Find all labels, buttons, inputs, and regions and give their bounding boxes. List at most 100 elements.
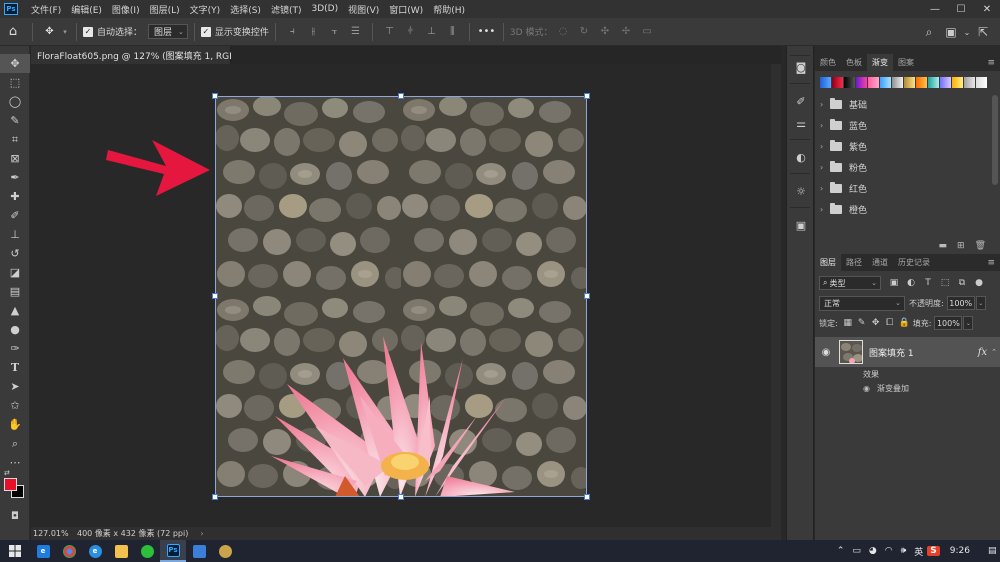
- tab-patterns[interactable]: 图案: [893, 54, 919, 71]
- tab-paths[interactable]: 路径: [841, 254, 867, 271]
- ime-indicator[interactable]: 英: [910, 545, 927, 558]
- chevron-right-icon[interactable]: ›: [820, 205, 830, 214]
- align-bottom-icon[interactable]: ⊥: [421, 23, 442, 41]
- filter-toggle-icon[interactable]: ●: [972, 276, 986, 290]
- gradient-swatch[interactable]: [832, 77, 843, 88]
- align-hcenter-icon[interactable]: ⫲: [303, 23, 324, 41]
- new-group-icon[interactable]: ▬: [939, 241, 948, 251]
- history-panel-icon[interactable]: ◐: [787, 146, 815, 168]
- menu-view[interactable]: 视图(V): [343, 3, 384, 16]
- gradient-folder-reds[interactable]: › 红色: [815, 178, 1000, 199]
- 3d-orbit-icon[interactable]: ◌: [552, 23, 573, 41]
- shape-tool-icon[interactable]: ✩: [0, 396, 30, 415]
- learn-bulb-icon[interactable]: ☼: [787, 180, 815, 202]
- eyedropper-tool-icon[interactable]: ✒: [0, 168, 30, 187]
- gradient-folder-pinks[interactable]: › 粉色: [815, 157, 1000, 178]
- gradient-swatch[interactable]: [928, 77, 939, 88]
- taskbar-app-icon[interactable]: [186, 540, 212, 562]
- notification-icon[interactable]: ▤: [984, 546, 1000, 556]
- marquee-tool-icon[interactable]: ⬚: [0, 73, 30, 92]
- chevron-right-icon[interactable]: ›: [820, 121, 830, 130]
- document-tab[interactable]: FloraFloat605.png @ 127% (图案填充 1, RGB/8)…: [31, 46, 271, 64]
- status-menu-chevron-icon[interactable]: ›: [200, 529, 203, 538]
- align-vcenter-icon[interactable]: ⫩: [400, 23, 421, 41]
- wifi-icon[interactable]: ◠: [881, 546, 897, 556]
- tab-swatches[interactable]: 色板: [841, 54, 867, 71]
- gradient-folder-purples[interactable]: › 紫色: [815, 136, 1000, 157]
- layer-name[interactable]: 图案填充 1: [869, 346, 914, 359]
- document-canvas[interactable]: [215, 96, 587, 497]
- delete-icon[interactable]: 🗑: [975, 241, 986, 251]
- transform-handle-top-left[interactable]: [212, 93, 218, 99]
- menu-3d[interactable]: 3D(D): [306, 4, 343, 14]
- gradient-swatch[interactable]: [856, 77, 867, 88]
- gradient-swatch[interactable]: [904, 77, 915, 88]
- align-left-icon[interactable]: ⫞: [282, 23, 303, 41]
- 3d-pan-icon[interactable]: ✣: [594, 23, 615, 41]
- home-icon[interactable]: ⌂: [0, 18, 26, 46]
- show-transform-checkbox[interactable]: ✓: [200, 26, 211, 37]
- lock-image-icon[interactable]: ✎: [857, 318, 867, 328]
- opacity-input[interactable]: 100%: [946, 296, 975, 310]
- lasso-tool-icon[interactable]: ◯: [0, 92, 30, 111]
- clone-stamp-tool-icon[interactable]: ⊥: [0, 225, 30, 244]
- transform-handle-bottom[interactable]: [398, 494, 404, 500]
- brush-panel-icon[interactable]: ✐: [787, 90, 815, 112]
- pen-tool-icon[interactable]: ✑: [0, 339, 30, 358]
- gradient-swatch[interactable]: [868, 77, 879, 88]
- layer-row-pattern-fill[interactable]: ◉ 图案填充 1 fx ⌃: [815, 337, 1000, 367]
- dodge-tool-icon[interactable]: ●: [0, 320, 30, 339]
- panel-menu-icon[interactable]: ≡: [987, 54, 1000, 71]
- maximize-button[interactable]: ☐: [948, 0, 974, 18]
- transform-handle-bottom-right[interactable]: [584, 494, 590, 500]
- chevron-right-icon[interactable]: ›: [820, 100, 830, 109]
- adjustment-layer-filter-icon[interactable]: ◐: [904, 276, 918, 290]
- gradient-folder-blues[interactable]: › 蓝色: [815, 115, 1000, 136]
- chevron-down-icon[interactable]: ⌄: [962, 28, 972, 37]
- 3d-camera-icon[interactable]: ▭: [636, 23, 657, 41]
- gradient-swatch[interactable]: [940, 77, 951, 88]
- menu-type[interactable]: 文字(Y): [185, 3, 226, 16]
- crop-tool-icon[interactable]: ⌗: [0, 130, 30, 149]
- new-gradient-icon[interactable]: ⊞: [957, 241, 965, 251]
- align-justify-icon[interactable]: ☰: [345, 23, 366, 41]
- 3d-roll-icon[interactable]: ↻: [573, 23, 594, 41]
- eraser-tool-icon[interactable]: ◪: [0, 263, 30, 282]
- swap-colors-icon[interactable]: ⇄: [4, 469, 10, 477]
- taskbar-app-icon[interactable]: [212, 540, 238, 562]
- gradient-swatch[interactable]: [820, 77, 831, 88]
- align-top-icon[interactable]: ⊤: [379, 23, 400, 41]
- chevron-right-icon[interactable]: ›: [820, 184, 830, 193]
- chevron-right-icon[interactable]: ›: [820, 142, 830, 151]
- chevron-up-icon[interactable]: ⌃: [991, 348, 997, 356]
- chevron-down-icon[interactable]: ⌄: [975, 296, 986, 310]
- blur-tool-icon[interactable]: ▲: [0, 301, 30, 320]
- layer-thumbnail[interactable]: [839, 340, 863, 364]
- gradient-tool-icon[interactable]: ▤: [0, 282, 30, 301]
- learn-panel-icon[interactable]: ◙: [787, 56, 815, 78]
- auto-select-target-dropdown[interactable]: 图层 ⌄: [148, 24, 188, 39]
- gradient-swatch[interactable]: [916, 77, 927, 88]
- gradient-folder-basics[interactable]: › 基础: [815, 94, 1000, 115]
- brush-tool-icon[interactable]: ✐: [0, 206, 30, 225]
- volume-icon[interactable]: 🕪: [897, 546, 911, 556]
- healing-brush-tool-icon[interactable]: ✚: [0, 187, 30, 206]
- quick-mask-icon[interactable]: ◘: [0, 508, 30, 524]
- workspace-icon[interactable]: ▣: [940, 25, 962, 39]
- minimize-button[interactable]: —: [922, 0, 948, 18]
- taskbar-ie-icon[interactable]: e: [30, 540, 56, 562]
- 3d-slide-icon[interactable]: ✢: [615, 23, 636, 41]
- eye-icon[interactable]: ◉: [863, 384, 877, 393]
- menu-layer[interactable]: 图层(L): [145, 3, 185, 16]
- more-options-icon[interactable]: •••: [476, 23, 497, 41]
- move-tool-icon[interactable]: ✥: [0, 54, 30, 73]
- type-tool-icon[interactable]: T: [0, 358, 30, 377]
- align-right-icon[interactable]: ⫟: [324, 23, 345, 41]
- clock[interactable]: 9:26: [940, 546, 984, 556]
- foreground-color-swatch[interactable]: [4, 478, 17, 491]
- layer-kind-filter-dropdown[interactable]: ⌕ 类型 ⌄: [819, 276, 881, 290]
- taskbar-wechat-icon[interactable]: [134, 540, 160, 562]
- chevron-down-icon[interactable]: ▾: [60, 23, 70, 41]
- move-tool-icon[interactable]: ✥: [39, 23, 60, 41]
- panel-menu-icon[interactable]: ≡: [987, 254, 1000, 271]
